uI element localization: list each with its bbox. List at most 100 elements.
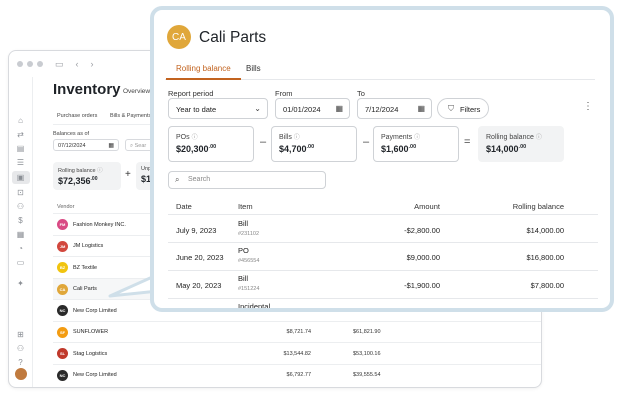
transactions-search-input[interactable]: ⌕ Search [168, 171, 326, 189]
txn-item: Bill [238, 274, 249, 283]
report-period-value: Year to date [176, 105, 217, 114]
vendor-title: Cali Parts [199, 29, 267, 46]
balances-date-field[interactable]: 07/12/2024 ▦ [53, 139, 119, 151]
users-icon[interactable]: ⚇ [14, 201, 28, 212]
summary-pos-value: $20,300.00 [176, 144, 217, 154]
vendor-search-placeholder: Sear [134, 143, 147, 149]
vendor-row[interactable]: SL Stag Logistics $13,544.82 $53,100.16 [53, 342, 541, 364]
to-label: To [357, 89, 365, 98]
apps-icon[interactable]: ⊞ [14, 329, 28, 340]
vendor-name: New Corp Limited [73, 372, 117, 378]
forward-icon[interactable]: › [91, 59, 94, 69]
col-header-item: Item [238, 202, 253, 211]
sparkle-icon[interactable]: ✦ [14, 278, 28, 289]
txn-amount: $9,000.00 [406, 253, 440, 262]
calendar-icon: ▦ [417, 104, 425, 113]
vendor-name: SUNFLOWER [73, 329, 109, 335]
window-close-dot[interactable] [17, 61, 23, 67]
summary-rolling-balance-value: $14,000.00 [486, 144, 527, 154]
team-icon[interactable]: ⚇ [14, 343, 28, 354]
vendor-logo: SF [57, 326, 68, 338]
tab-bills[interactable]: Bills [246, 64, 261, 73]
subtab-bills-payments[interactable]: Bills & Payments [110, 113, 151, 119]
summary-bills: Bills ⓘ $4,700.00 [271, 126, 357, 162]
vendor-column-header: Vendor [57, 204, 75, 210]
summary-bills-value: $4,700.00 [279, 144, 315, 154]
money-icon[interactable]: $ [14, 215, 28, 226]
col-header-date: Date [176, 202, 192, 211]
vendor-logo: FM [57, 219, 68, 230]
table-row-divider [168, 242, 598, 243]
info-icon: ⓘ [191, 135, 198, 141]
document-icon[interactable]: ▤ [14, 143, 28, 154]
sidebar-toggle-icon[interactable]: ▭ [55, 59, 64, 70]
filters-button[interactable]: ⛉ Filters [437, 98, 489, 119]
col-header-rolling-balance: Rolling balance [512, 202, 564, 211]
report-period-select[interactable]: Year to date ⌄ [168, 98, 268, 119]
tab-rolling-balance[interactable]: Rolling balance [176, 64, 231, 73]
nav-rail: ⌂ ⇄ ▤ ☰ ▣ ⊡ ⚇ $ ▦ ◔ ▭ ✦ ⊞ ⚇ ? ⇥ [9, 77, 33, 387]
report-period-label: Report period [168, 89, 214, 98]
summary-payments-value: $1,600.00 [381, 144, 417, 154]
page-title: Inventory [53, 81, 121, 98]
subtab-purchase-orders[interactable]: Purchase orders [57, 113, 97, 119]
vendor-logo: CA [57, 283, 68, 295]
summary-pos-label: POs ⓘ [176, 134, 198, 141]
txn-item: Incidental [238, 302, 271, 311]
card-icon[interactable]: ▭ [14, 257, 28, 268]
to-date-field[interactable]: 7/12/2024 ▦ [357, 98, 432, 119]
vendor-name: Stag Logistics [73, 350, 108, 357]
table-row-divider [168, 298, 598, 299]
window-maximize-dot[interactable] [37, 61, 43, 67]
minus-operator: – [260, 136, 267, 148]
summary-payments-label: Payments ⓘ [381, 134, 421, 141]
active-tab-indicator [166, 78, 241, 80]
vendor-logo: SL [57, 348, 68, 359]
search-icon: ⌕ [130, 143, 134, 149]
tab-overview[interactable]: Overview [123, 88, 150, 95]
vendor-row[interactable]: NC New Corp Limited $6,792.77 $39,555.54 [53, 363, 541, 386]
subtab-divider [53, 124, 163, 125]
home-icon[interactable]: ⌂ [14, 115, 28, 126]
chart-icon[interactable]: ◔ [14, 243, 28, 254]
summary-pos: POs ⓘ $20,300.00 [168, 126, 254, 162]
back-icon[interactable]: ‹ [76, 59, 79, 69]
user-avatar[interactable] [14, 367, 28, 381]
vendor-amount: $13,544.82 [283, 350, 311, 357]
calendar-icon: ▦ [108, 143, 114, 149]
vendor-logo: NC [57, 369, 68, 381]
vendor-balance: $53,100.16 [353, 350, 381, 357]
vendor-logo: BZ [57, 262, 68, 273]
inventory-icon[interactable]: ▣ [11, 171, 30, 184]
txn-ref: #231102 [238, 231, 260, 237]
txn-amount: -$1,900.00 [404, 281, 440, 290]
vendor-amount: $8,721.74 [286, 329, 311, 335]
to-date-value: 7/12/2024 [365, 105, 399, 114]
vendor-avatar: CA [167, 25, 191, 49]
from-date-field[interactable]: 01/01/2024 ▦ [275, 98, 350, 119]
window-minimize-dot[interactable] [27, 61, 33, 67]
txn-item: PO [238, 246, 249, 255]
vendor-logo: NC [57, 305, 68, 316]
col-header-amount: Amount [414, 202, 440, 211]
info-icon: ⓘ [293, 135, 300, 141]
cart-icon[interactable]: ⊡ [14, 187, 28, 198]
summary-rolling-balance: Rolling balance ⓘ $14,000.00 [478, 126, 564, 162]
rolling-balance-label: Rolling balance ⓘ [58, 168, 103, 174]
more-options-icon[interactable]: ⋮ [583, 101, 593, 112]
summary-bills-label: Bills ⓘ [279, 134, 300, 141]
from-label: From [275, 89, 293, 98]
vendor-row[interactable]: SF SUNFLOWER $8,721.74 $61,821.90 [53, 320, 541, 343]
txn-balance: $16,800.00 [526, 253, 564, 262]
transfer-icon[interactable]: ⇄ [14, 129, 28, 140]
list-icon[interactable]: ☰ [14, 157, 28, 168]
rolling-balance-value: $72,356.00 [58, 176, 98, 186]
txn-ref: #456554 [238, 258, 260, 264]
txn-date: May 20, 2023 [176, 281, 222, 290]
minus-operator: – [363, 136, 370, 148]
store-icon[interactable]: ▦ [14, 229, 28, 240]
txn-amount: -$2,800.00 [404, 226, 440, 235]
txn-balance: $14,000.00 [526, 226, 564, 235]
vendor-amount: $6,792.77 [286, 372, 311, 378]
txn-balance: $7,800.00 [530, 281, 564, 290]
